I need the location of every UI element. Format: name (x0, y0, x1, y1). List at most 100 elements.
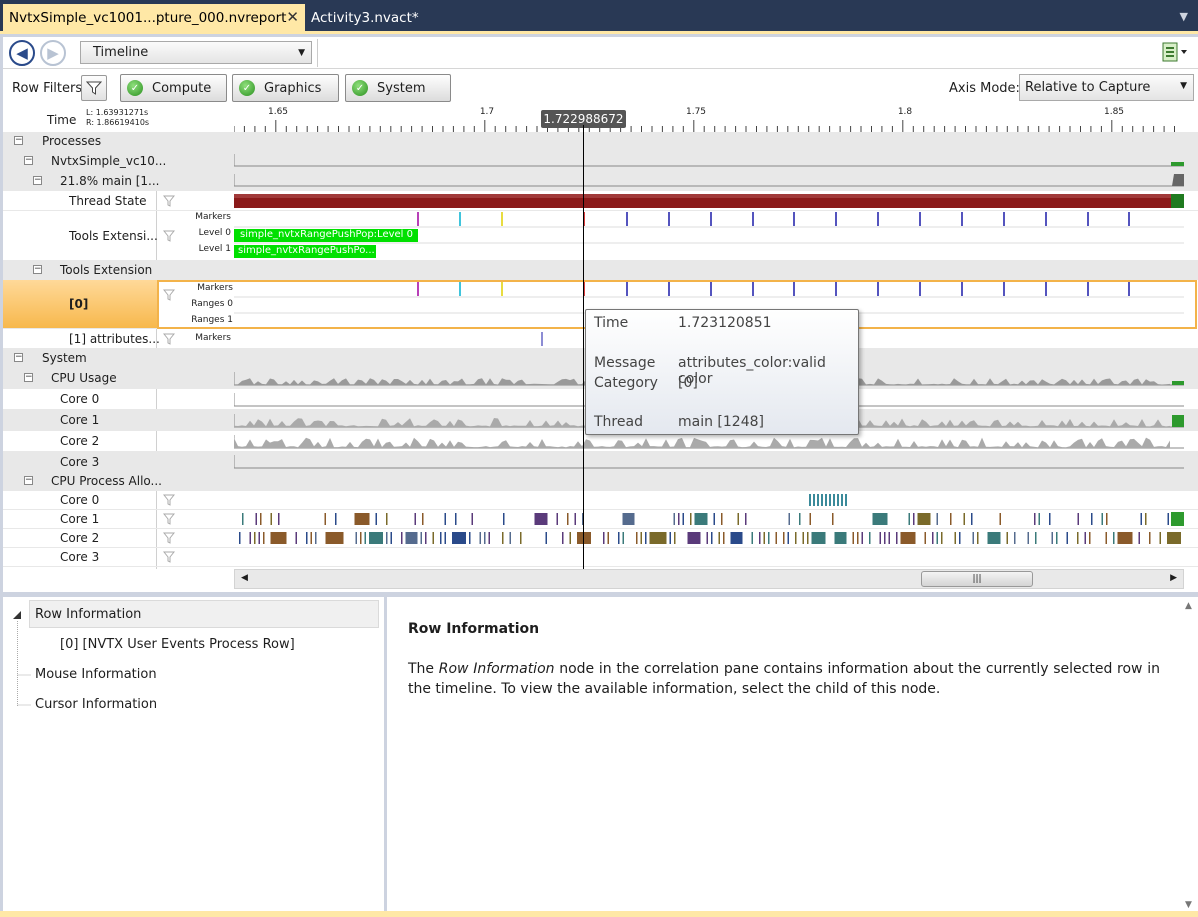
process-row[interactable]: − NvtxSimple_vc10... (3, 151, 1198, 171)
export-icon[interactable] (1160, 41, 1190, 63)
allocation-block (278, 513, 280, 525)
filter-icon[interactable] (81, 75, 107, 101)
allocation-block (649, 532, 667, 544)
tooltip-message-value: attributes_color:valid color (678, 355, 826, 387)
allocation-block (852, 532, 854, 544)
filter-icon[interactable] (163, 195, 175, 207)
collapse-icon[interactable]: − (14, 136, 23, 145)
tooltip-thread-key: Thread (594, 414, 643, 430)
allocation-block (1027, 532, 1029, 544)
tools-extension-thread-label: Tools Extensi... (69, 228, 158, 243)
allocation-block (375, 513, 377, 525)
selected-row-label: [0] (69, 297, 89, 311)
time-ruler[interactable]: Time L: 1.63931271s R: 1.86619410s 1.65 … (3, 106, 1198, 132)
report-pane: ◀ ▶ Timeline ▼ Row Filters ✓ Compute ✓ G… (3, 37, 1198, 914)
collapse-icon[interactable]: − (24, 476, 33, 485)
compute-filter-button[interactable]: ✓ Compute (120, 74, 227, 102)
back-arrow-icon[interactable]: ◀ (9, 40, 35, 66)
allocation-block (694, 513, 708, 525)
selected-row[interactable]: [0] (3, 280, 157, 329)
collapse-icon[interactable]: − (33, 176, 42, 185)
collapse-icon[interactable]: − (24, 156, 33, 165)
markers-sublabel: Markers (195, 333, 231, 343)
allocation-block (1117, 532, 1133, 544)
core3-usage-row[interactable]: Core 3 (3, 452, 1198, 472)
vertical-scrollbar[interactable]: ▲ ▼ (1182, 597, 1198, 914)
allocation-block (324, 513, 326, 525)
thread-state-track (234, 194, 1184, 208)
filter-icon[interactable] (163, 551, 175, 563)
allocation-block (832, 513, 834, 525)
thread-state-row[interactable]: Thread State (3, 191, 1198, 211)
allocation-block (422, 513, 424, 525)
allocation-block (455, 513, 457, 525)
allocation-block (1066, 532, 1068, 544)
tree-item-cursor-information[interactable]: Cursor Information (35, 697, 157, 712)
forward-arrow-icon[interactable]: ▶ (40, 40, 66, 66)
allocation-block (258, 532, 260, 544)
collapse-icon[interactable]: − (14, 353, 23, 362)
graphics-filter-button[interactable]: ✓ Graphics (232, 74, 339, 102)
allocation-block (963, 513, 965, 525)
tree-item-row-information[interactable]: Row Information (29, 600, 379, 628)
allocation-block (567, 513, 569, 525)
time-range: L: 1.63931271s R: 1.86619410s (86, 108, 149, 128)
allocation-block (562, 532, 564, 544)
scroll-left-icon[interactable]: ◀ (241, 573, 248, 583)
scroll-thumb[interactable]: ||| (921, 571, 1033, 587)
allocation-block (425, 532, 427, 544)
scroll-up-icon[interactable]: ▲ (1185, 601, 1192, 611)
allocation-block (444, 513, 446, 525)
processes-row[interactable]: − Processes (3, 132, 1198, 151)
core1-alloc-row[interactable]: Core 1 (3, 510, 1198, 529)
allocation-block (509, 532, 511, 544)
core0-alloc-row[interactable]: Core 0 (3, 491, 1198, 510)
expand-triangle-icon[interactable] (12, 610, 22, 620)
chevron-down-icon: ▼ (1180, 81, 1187, 91)
filter-icon[interactable] (163, 513, 175, 525)
tab-activity[interactable]: Activity3.nvact* (311, 6, 419, 30)
allocation-block (763, 532, 765, 544)
allocation-block (795, 532, 797, 544)
allocation-block (768, 532, 770, 544)
tick-label: 1.8 (897, 107, 913, 117)
filter-icon[interactable] (163, 494, 175, 506)
core-label: Core 2 (60, 531, 100, 545)
core2-alloc-row[interactable]: Core 2 (3, 529, 1198, 548)
close-icon[interactable]: ✕ (286, 8, 299, 26)
tree-item-nvtx-row[interactable]: [0] [NVTX User Events Process Row] (60, 637, 295, 652)
tab-dropdown-icon[interactable]: ▼ (1180, 10, 1188, 23)
allocation-block (1038, 513, 1040, 525)
help-text-emphasis: Row Information (438, 661, 555, 677)
cpu-alloc-row[interactable]: − CPU Process Allo... (3, 472, 1198, 491)
core-label: Core 0 (60, 392, 100, 406)
tooltip-thread-value: main [1248] (678, 414, 764, 430)
allocation-block (1138, 532, 1140, 544)
tree-item-mouse-information[interactable]: Mouse Information (35, 667, 157, 682)
thread-row[interactable]: − 21.8% main [1... (3, 171, 1198, 191)
view-select[interactable]: Timeline ▼ (80, 41, 312, 64)
tools-extension-group-row[interactable]: − Tools Extension (3, 261, 1198, 280)
processes-label: Processes (42, 134, 102, 148)
allocation-block (249, 532, 251, 544)
horizontal-scrollbar[interactable]: ◀ ||| ▶ (234, 569, 1184, 589)
allocation-block (977, 532, 979, 544)
filter-icon[interactable] (163, 532, 175, 544)
range-level0-label: simple_nvtxRangePushPop:Level 0 (240, 229, 413, 240)
collapse-icon[interactable]: − (24, 373, 33, 382)
cursor-line[interactable] (583, 125, 584, 569)
collapse-icon[interactable]: − (33, 265, 42, 274)
system-filter-button[interactable]: ✓ System (345, 74, 451, 102)
allocation-block (1014, 532, 1016, 544)
allocation-block (440, 532, 442, 544)
core-label: Core 3 (60, 454, 100, 469)
tooltip-category-value: [0] (678, 375, 698, 391)
allocation-block (959, 532, 961, 544)
allocation-block (829, 494, 831, 506)
tab-nvreport[interactable]: NvtxSimple_vc1001...pture_000.nvreport ✕ (3, 4, 305, 31)
core3-alloc-row[interactable]: Core 3 (3, 548, 1198, 567)
axis-mode-select[interactable]: Relative to Capture ▼ (1019, 74, 1194, 101)
tools-extension-thread-row[interactable]: Tools Extensi... Markers Level 0 Level 1… (3, 211, 1198, 261)
scroll-down-icon[interactable]: ▼ (1185, 900, 1192, 910)
scroll-right-icon[interactable]: ▶ (1170, 573, 1177, 583)
